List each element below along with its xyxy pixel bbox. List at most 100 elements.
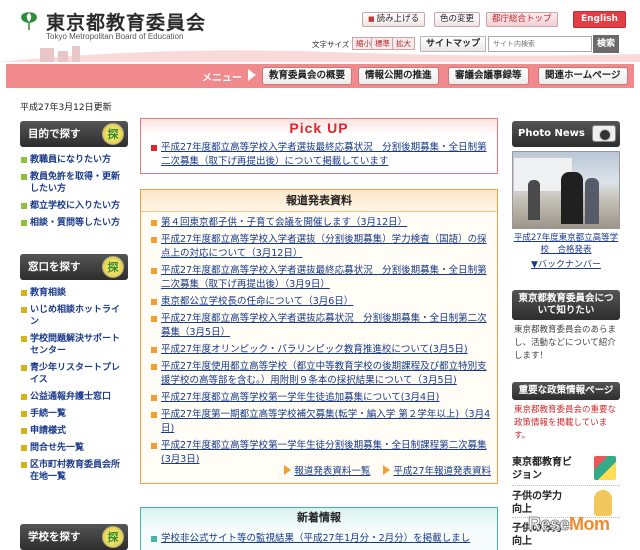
photo-news-title: Photo News (518, 128, 585, 139)
press-item: 平成27年度都立高等学校入学者選抜（分割後期募集）学力検査（国語）の採点上の対応… (151, 233, 491, 261)
nav-item-municipal-boards[interactable]: 区市町村教育委員会所在地一覧 (20, 459, 128, 483)
bullet-icon (21, 203, 27, 209)
speaker-icon: ■ (368, 15, 375, 23)
nav-item-admission[interactable]: 都立学校に入りたい方 (20, 200, 128, 212)
press-list-link[interactable]: 報道発表資料一覧 (294, 466, 370, 477)
nav-find-school-heading[interactable]: 学校を探す 探 (20, 524, 128, 550)
press-item: 第４回東京都子供・子育て会議を開催します（3月12日） (151, 216, 491, 230)
press-item: 平成27年度第一期都立高等学校補欠募集(転学・編入学 第２学年以上)（3月4日) (151, 408, 491, 436)
nav-item-label: 都立学校に入りたい方 (30, 201, 121, 211)
press-item: 平成27年度都立高等学校入学者選抜最終応募状況 分割後期募集・全日制第二次募集（… (151, 264, 491, 292)
press-link[interactable]: 平成27年度使用都立高等学校（都立中等教育学校の後期課程及び都立特別支援学校の高… (161, 361, 487, 386)
press-link[interactable]: 平成27年度都立高等学校第一学年生徒追加募集について(3月4日) (161, 392, 439, 403)
back-number-link[interactable]: ▼バックナンバー (531, 260, 601, 270)
english-button[interactable]: English (573, 11, 626, 28)
press-link[interactable]: 平成27年度オリンピック・パラリンピック教育推進校について(3月5日) (161, 344, 468, 355)
camera-icon (592, 125, 616, 142)
press-link[interactable]: 平成27年度都立高等学校入学者選抜（分割後期募集）学力検査（国語）の採点上の対応… (161, 234, 487, 259)
nav-by-window: 窓口を探す 探 教育相談 いじめ相談ホットライン 学校問題解決サポートセンター … (20, 254, 128, 488)
nav-item-restart-place[interactable]: 青少年リスタートプレイス (20, 362, 128, 386)
press-release-title: 報道発表資料 (141, 190, 497, 212)
bullet-icon (21, 220, 27, 226)
bullet-icon (151, 395, 157, 401)
nav-item-support-center[interactable]: 学校問題解決サポートセンター (20, 333, 128, 357)
nav-by-purpose-title: 目的で探す (28, 128, 81, 140)
color-change-button[interactable]: 色の変更 (434, 12, 481, 27)
main-menu-bar: メニュー 教育委員会の概要 情報公開の推進 審議会議事録等 関連ホームページ (6, 64, 634, 88)
about-board-box[interactable]: 東京都教育委員会について知りたい 東京都教育委員会のあらまし、活動などについて紹… (512, 290, 620, 367)
magnifier-icon: 探 (102, 123, 124, 145)
policy-box[interactable]: 重要な政策情報ページ 東京都教育委員会の重要な政策情報を掲載しています。 (512, 382, 620, 447)
bullet-icon (151, 443, 157, 449)
bullet-icon (21, 290, 27, 296)
bullet-icon (21, 394, 27, 400)
nav-item-bullying-hotline[interactable]: いじめ相談ホットライン (20, 304, 128, 328)
photo-news-image[interactable] (512, 151, 620, 229)
nav-item-consult[interactable]: 相談・質問等したい方 (20, 217, 128, 229)
press-item: 平成27年度都立高等学校第一学年生徒追加募集について(3月4日) (151, 391, 491, 405)
pickup-link[interactable]: 平成27年度都立高等学校入学者選抜最終応募状況 分割後期募集・全日制第二次募集（… (161, 142, 487, 167)
press-link[interactable]: 平成27年度都立高等学校第一学年生徒分割後期募集・全日制課程第二次募集(3月3日… (161, 440, 487, 465)
press-link[interactable]: 平成27年度都立高等学校入学者選抜最終応募状況 分割後期募集・全日制第二次募集（… (161, 265, 487, 290)
person-shape (585, 178, 599, 224)
bullet-icon (151, 412, 157, 418)
nav-item-label: 申請様式 (30, 426, 67, 436)
back-number: ▼バックナンバー (512, 257, 620, 270)
nav-item-label: いじめ相談ホットライン (30, 305, 121, 327)
magnifier-icon: 探 (102, 526, 124, 548)
watermark-suffix: Mom (569, 514, 610, 534)
nav-item-label: 問合せ先一覧 (30, 443, 85, 453)
press-link[interactable]: 東京都公立学校長の任命について（3月6日） (161, 296, 353, 307)
read-aloud-button[interactable]: ■ 読み上げる (362, 12, 426, 27)
menu-item-disclosure[interactable]: 情報公開の推進 (358, 67, 439, 85)
bullet-icon (151, 347, 157, 353)
text-size-standard-button[interactable]: 標準 (371, 37, 394, 50)
menu-item-minutes[interactable]: 審議会議事録等 (448, 67, 529, 85)
nav-item-forms[interactable]: 申請様式 (20, 425, 128, 437)
photo-caption-link[interactable]: 平成27年度東京都立高等学校 合格発表 (514, 233, 618, 255)
nav-item-license[interactable]: 教員免許を取得・更新したい方 (20, 171, 128, 195)
bullet-icon (21, 428, 27, 434)
nav-item-label: 青少年リスタートプレイス (30, 363, 121, 385)
news-box: 新着情報 学校非公式サイト等の監視結果（平成27年1月分・2月分）を掲載しまし (140, 507, 498, 550)
menu-item-related-links[interactable]: 関連ホームページ (538, 67, 628, 85)
policy-title: 重要な政策情報ページ (512, 382, 620, 400)
press-link[interactable]: 第４回東京都子供・子育て会議を開催します（3月12日） (161, 217, 407, 228)
nav-item-contacts[interactable]: 問合せ先一覧 (20, 442, 128, 454)
press-item: 平成27年度オリンピック・パラリンピック教育推進校について(3月5日) (151, 343, 491, 357)
metro-top-button[interactable]: 都庁総合トップ (486, 12, 558, 27)
press-2015-link[interactable]: 平成27年報道発表資料 (393, 466, 491, 477)
menu-label: メニュー (202, 73, 242, 84)
academic-label: 子供の学力向上 (512, 491, 562, 515)
press-link[interactable]: 平成27年度第一期都立高等学校補欠募集(転学・編入学 第２学年以上)（3月4日) (161, 409, 490, 434)
nav-item-label: 教員免許を取得・更新したい方 (30, 172, 121, 194)
press-item: 平成27年度使用都立高等学校（都立中等教育学校の後期課程及び都立特別支援学校の高… (151, 360, 491, 388)
news-link[interactable]: 学校非公式サイト等の監視結果（平成27年1月分・2月分）を掲載しまし (161, 533, 470, 544)
text-size-large-button[interactable]: 拡大 (392, 37, 415, 50)
menu-item-overview[interactable]: 教育委員会の概要 (262, 67, 353, 85)
nav-find-school-title: 学校を探す (28, 531, 81, 543)
nav-by-window-title: 窓口を探す (28, 261, 81, 273)
bullet-icon (151, 536, 157, 542)
nav-item-procedures[interactable]: 手続一覧 (20, 408, 128, 420)
ginkgo-leaf-icon (21, 12, 37, 30)
pickup-item: 平成27年度都立高等学校入学者選抜最終応募状況 分割後期募集・全日制第二次募集（… (151, 141, 491, 169)
sitemap-button[interactable]: サイトマップ (420, 36, 487, 52)
site-search-input[interactable] (488, 36, 592, 52)
arrow-right-icon (284, 465, 292, 475)
nav-item-teacher[interactable]: 教職員になりたい方 (20, 154, 128, 166)
nav-item-label: 公益通報弁護士窓口 (30, 392, 112, 402)
bullet-icon (151, 220, 157, 226)
press-item: 東京都公立学校長の任命について（3月6日） (151, 295, 491, 309)
watermark-prefix: Rese (527, 514, 570, 535)
nav-item-edu-consult[interactable]: 教育相談 (20, 287, 128, 299)
education-vision-link[interactable]: 東京都教育ビジョン (512, 456, 620, 486)
bullet-icon (21, 462, 27, 468)
nav-item-label: 相談・質問等したい方 (30, 218, 121, 228)
nav-by-purpose-heading: 目的で探す 探 (20, 121, 128, 147)
nav-item-whistleblower[interactable]: 公益通報弁護士窓口 (20, 391, 128, 403)
search-button[interactable]: 検索 (593, 35, 619, 53)
press-link[interactable]: 平成27年度都立高等学校入学者選抜応募状況 分割後期募集・全日制第二次募集（3月… (161, 313, 487, 338)
nav-item-label: 教育相談 (30, 288, 67, 298)
bullet-icon (21, 157, 27, 163)
